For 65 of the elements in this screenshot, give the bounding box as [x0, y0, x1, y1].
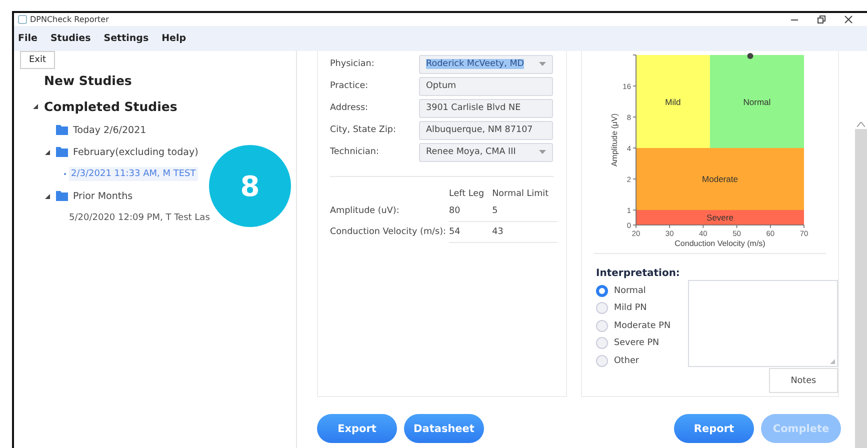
field-label: Technician: — [330, 147, 380, 157]
field-label: Address: — [330, 103, 369, 113]
text-field[interactable]: Albuquerque, NM 87107 — [419, 120, 553, 140]
notes-field[interactable] — [688, 280, 838, 367]
zone-label: Severe — [706, 212, 734, 222]
window-title: DPNCheck Reporter — [30, 15, 110, 24]
radio-label[interactable]: Normal — [614, 286, 646, 296]
radio-button[interactable] — [596, 302, 608, 314]
folder-item[interactable]: Today 2/6/2021 — [73, 124, 146, 136]
zone-label: Moderate — [702, 174, 738, 184]
notes-button[interactable]: Notes — [768, 368, 838, 393]
folder-icon — [56, 191, 68, 201]
scrollbar[interactable] — [855, 129, 867, 448]
section-title: Interpretation: — [596, 268, 680, 279]
step-number-badge: 8 — [209, 145, 291, 227]
collapse-icon[interactable] — [45, 150, 50, 154]
app-icon — [18, 15, 27, 24]
radio-label[interactable]: Moderate PN — [614, 320, 671, 331]
zone-label: Mild — [665, 97, 681, 107]
close-icon[interactable] — [844, 15, 853, 24]
radio-button[interactable] — [596, 354, 608, 367]
row-label: Conduction Velocity (m/s): — [330, 222, 449, 242]
column-header: Normal Limit — [492, 188, 550, 201]
row-label: Amplitude (uV): — [330, 201, 449, 222]
caret-icon — [539, 150, 546, 154]
menu-item[interactable]: Help — [162, 33, 186, 44]
text-field[interactable]: Optum — [419, 76, 553, 96]
radio-label[interactable]: Other — [614, 356, 639, 366]
field-label: Physician: — [330, 59, 376, 69]
collapse-icon[interactable] — [45, 194, 50, 198]
column-header: Left Leg — [449, 188, 486, 201]
dropdown-field[interactable]: Renee Moya, CMA III — [419, 142, 553, 162]
folder-item[interactable]: February(excluding today) — [73, 146, 198, 158]
study-item[interactable]: 5/20/2020 12:09 PM, T Test Las — [69, 213, 210, 223]
menu-item[interactable]: Settings — [104, 33, 149, 44]
table-cell: 43 — [492, 222, 557, 242]
menu-item[interactable]: File — [18, 33, 38, 44]
collapse-icon[interactable] — [33, 104, 38, 108]
radio-button[interactable] — [596, 320, 608, 332]
folder-icon — [56, 147, 68, 157]
table-cell: 5 — [492, 201, 557, 222]
radio-button[interactable] — [596, 337, 608, 350]
text-field[interactable]: 3901 Carlisle Blvd NE — [419, 98, 553, 118]
tree-heading[interactable]: New Studies — [44, 72, 132, 88]
axis-title: Amplitude (μV) — [610, 113, 619, 167]
radio-button[interactable] — [596, 284, 608, 297]
field-label: Practice: — [330, 81, 370, 91]
scroll-up-icon[interactable] — [857, 122, 865, 127]
folder-icon — [56, 125, 68, 135]
folder-item[interactable]: Prior Months — [73, 190, 133, 202]
field-label: City, State Zip: — [330, 125, 397, 135]
dropdown-menu-option[interactable]: Exit — [20, 51, 56, 69]
data-point — [747, 53, 754, 59]
dropdown-field[interactable]: Roderick McVeety, MD — [419, 54, 553, 74]
resize-grip-icon — [830, 359, 835, 364]
table-cell: 54 — [449, 222, 492, 242]
radio-label[interactable]: Severe PN — [614, 338, 660, 348]
axis-title: Conduction Velocity (m/s) — [674, 239, 766, 248]
caret-icon — [539, 62, 546, 66]
zone-label: Normal — [743, 97, 771, 107]
table-cell: 80 — [449, 201, 492, 222]
radio-label[interactable]: Mild PN — [614, 303, 647, 314]
tree-heading[interactable]: Completed Studies — [44, 98, 178, 114]
menu-item[interactable]: Studies — [50, 33, 91, 44]
restore-icon[interactable] — [817, 15, 826, 24]
